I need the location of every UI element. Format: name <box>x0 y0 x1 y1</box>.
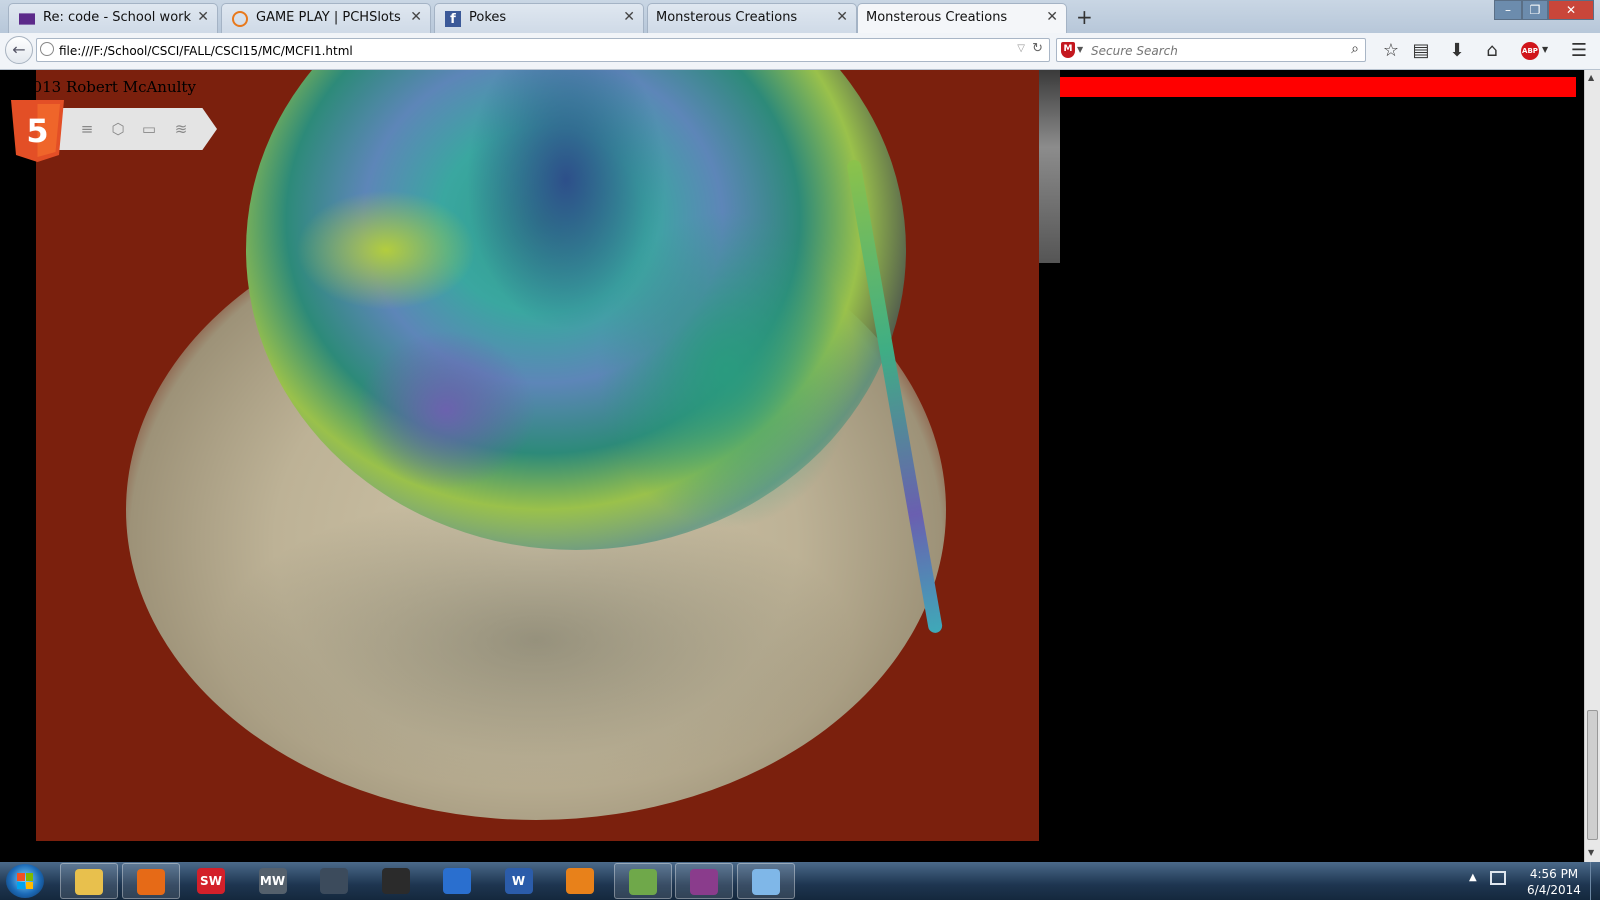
menu-icon[interactable]: ☰ <box>1568 40 1590 61</box>
tab-label: Re: code - School work - Y... <box>43 10 193 25</box>
close-tab-icon[interactable]: ✕ <box>836 9 848 25</box>
tab-label: Monsterous Creations <box>656 10 798 25</box>
reload-icon[interactable]: ↻ <box>1032 41 1043 56</box>
new-tab-button[interactable]: + <box>1076 5 1093 29</box>
search-bar[interactable]: M ▼ ⌕ <box>1056 38 1366 62</box>
taskbar-app-button[interactable] <box>60 863 118 899</box>
show-desktop-button[interactable] <box>1590 862 1600 900</box>
close-window-button[interactable]: ✕ <box>1548 0 1594 20</box>
taskbar-app-button[interactable]: SW <box>183 863 241 899</box>
bookmarks-menu-icon[interactable]: ▤ <box>1410 40 1432 61</box>
taskbar-app-button[interactable] <box>121 863 180 899</box>
tab-label: Monsterous Creations <box>866 10 1008 25</box>
scroll-down-icon[interactable]: ▼ <box>1588 848 1594 857</box>
red-banner <box>1060 77 1576 97</box>
globe-icon <box>40 42 54 56</box>
windows-logo-icon <box>17 873 33 889</box>
adblock-dropdown-icon[interactable]: ▼ <box>1542 45 1548 54</box>
html5-logo-icon: 5 <box>11 100 64 162</box>
css3-styling-icon[interactable]: ≋ <box>172 120 190 138</box>
back-arrow-icon: ← <box>12 40 26 59</box>
taskbar-app-button[interactable]: W <box>491 863 549 899</box>
google-earth-icon <box>443 868 471 894</box>
bookmark-star-icon[interactable]: ☆ <box>1380 40 1402 61</box>
clock-date: 6/4/2014 <box>1527 883 1581 897</box>
tab-pokes[interactable]: f Pokes ✕ <box>434 3 644 33</box>
world-of-warplanes-icon <box>320 868 348 894</box>
vertical-scrollbar[interactable]: ▲ ▼ <box>1584 70 1600 862</box>
mcafee-shield-icon[interactable]: M <box>1061 42 1075 58</box>
tab-pchslots[interactable]: GAME PLAY | PCHSlots ✕ <box>221 3 431 33</box>
restore-button[interactable]: ❐ <box>1522 0 1548 20</box>
tab-label: Pokes <box>469 10 507 25</box>
sketchup-icon <box>566 868 594 894</box>
world-of-tanks-icon <box>381 868 410 894</box>
html5-number: 5 <box>26 112 48 150</box>
taskbar: SW MW W ▲ 4:56 PM 6/4/2014 <box>0 862 1600 900</box>
taskbar-app-button[interactable] <box>429 863 487 899</box>
navigation-bar: ← ▽ ↻ M ▼ ⌕ ☆ ▤ ⬇ ⌂ ABP ▼ ☰ <box>0 33 1600 70</box>
pch-icon <box>232 11 248 27</box>
solidworks-icon: SW <box>197 868 225 894</box>
clock-time: 4:56 PM <box>1529 867 1579 881</box>
start-button[interactable] <box>6 864 44 898</box>
home-icon[interactable]: ⌂ <box>1481 40 1503 61</box>
device-access-icon[interactable]: ▭ <box>140 120 158 138</box>
close-tab-icon[interactable]: ✕ <box>197 9 209 25</box>
close-tab-icon[interactable]: ✕ <box>623 9 635 25</box>
taskbar-app-button[interactable] <box>368 863 426 899</box>
copyright-text: ©2013 Robert McAnulty <box>8 78 196 96</box>
notepad-plus-icon <box>628 869 657 895</box>
winrar-icon <box>690 869 718 895</box>
tab-monsterous-creations-2[interactable]: Monsterous Creations ✕ <box>857 3 1067 33</box>
offline-storage-icon[interactable]: ⬡ <box>109 120 127 138</box>
downloads-icon[interactable]: ⬇ <box>1446 40 1468 61</box>
url-input[interactable] <box>57 41 961 61</box>
tab-monsterous-creations-1[interactable]: Monsterous Creations ✕ <box>647 3 857 33</box>
tab-label: GAME PLAY | PCHSlots <box>256 10 401 25</box>
search-input[interactable] <box>1089 41 1333 61</box>
facebook-icon: f <box>445 11 461 27</box>
tab-yahoo-mail[interactable]: Re: code - School work - Y... ✕ <box>8 3 218 33</box>
url-bar[interactable]: ▽ ↻ <box>36 38 1050 62</box>
firefox-icon <box>136 869 165 895</box>
system-clock[interactable]: 4:56 PM 6/4/2014 <box>1524 866 1584 898</box>
scroll-up-icon[interactable]: ▲ <box>1588 73 1594 82</box>
mechwarrior-icon: MW <box>258 868 287 894</box>
scrollbar-thumb[interactable] <box>1587 710 1598 840</box>
semantics-icon[interactable]: ≡ <box>78 120 96 138</box>
minimize-button[interactable]: – <box>1494 0 1522 20</box>
page-content: ©2013 Robert McAnulty 5 ≡ ⬡ ▭ ≋ <box>0 70 1584 862</box>
windows-explorer-icon <box>75 869 103 895</box>
engine-dropdown-icon[interactable]: ▼ <box>1077 45 1083 54</box>
taskbar-app-button[interactable]: MW <box>245 863 303 899</box>
paint-icon <box>751 869 780 895</box>
network-icon[interactable] <box>1490 871 1506 885</box>
taskbar-app-button[interactable] <box>552 863 610 899</box>
html5-badge[interactable]: 5 ≡ ⬡ ▭ ≋ <box>9 100 217 162</box>
knitted-slipper-photo <box>36 70 1039 841</box>
close-tab-icon[interactable]: ✕ <box>1046 9 1058 25</box>
tab-strip: Re: code - School work - Y... ✕ GAME PLA… <box>0 0 1600 33</box>
partial-side-image <box>1039 70 1060 263</box>
show-hidden-icons-icon[interactable]: ▲ <box>1469 872 1477 883</box>
close-tab-icon[interactable]: ✕ <box>410 9 422 25</box>
back-button[interactable]: ← <box>5 36 33 64</box>
taskbar-app-button[interactable] <box>736 863 795 899</box>
yahoo-mail-icon <box>19 13 35 25</box>
word-icon: W <box>504 868 533 894</box>
taskbar-app-button[interactable] <box>675 863 733 899</box>
search-icon[interactable]: ⌕ <box>1351 41 1359 57</box>
taskbar-app-button[interactable] <box>613 863 672 899</box>
adblock-plus-icon[interactable]: ABP <box>1521 42 1539 60</box>
taskbar-app-button[interactable] <box>306 863 364 899</box>
url-dropdown-icon[interactable]: ▽ <box>1017 43 1025 54</box>
